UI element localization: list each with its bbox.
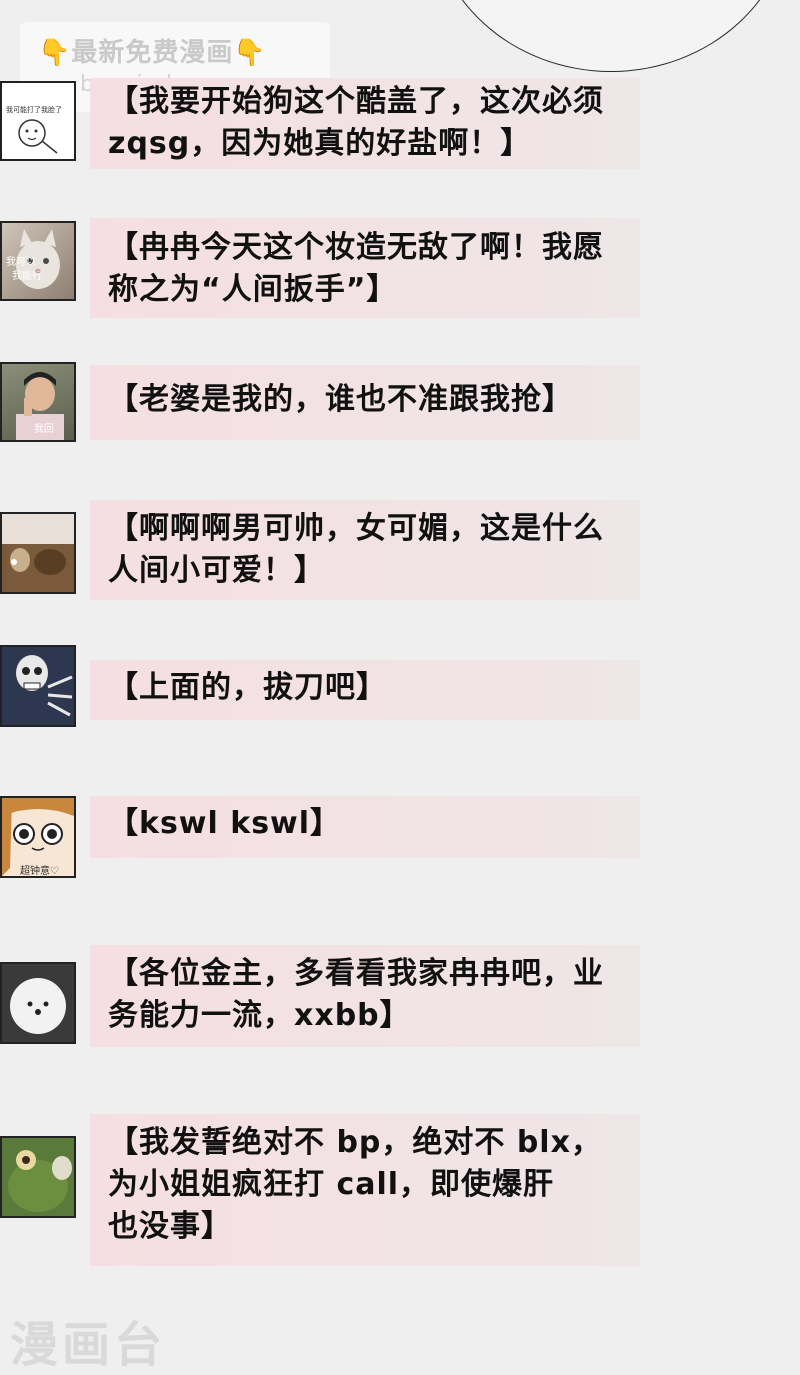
comment-text: 【老婆是我的，谁也不准跟我抢】: [108, 382, 573, 417]
comment-text: 【冉冉今天这个妆造无敌了啊！我愿 称之为“人间扳手”】: [108, 230, 604, 307]
dog-icon: [2, 544, 74, 592]
comment-bubble: 【各位金主，多看看我家冉冉吧，业 务能力一流，xxbb】: [90, 945, 640, 1047]
comment-text: 【各位金主，多看看我家冉冉吧，业 务能力一流，xxbb】: [108, 956, 604, 1033]
comment-text: 【啊啊啊男可帅，女可媚，这是什么 人间小可爱！】: [108, 511, 604, 588]
footer-logo: 漫画台: [10, 1317, 167, 1373]
avatar: 超钟意♡: [0, 796, 76, 878]
avatar-caption: 超钟意♡: [20, 866, 59, 877]
avatar: [0, 645, 76, 727]
skeleton-icon: [16, 655, 73, 717]
avatar: 我可能打了我脸了: [0, 81, 76, 161]
comment-text: 【我要开始狗这个酷盖了，这次必须 zqsg，因为她真的好盐啊！】: [108, 84, 604, 161]
comment-bubble: 【啊啊啊男可帅，女可媚，这是什么 人间小可爱！】: [90, 500, 640, 600]
avatar: [0, 1136, 76, 1218]
avatar-caption: 我能行: [12, 271, 42, 282]
pointing-down-icon: 👇: [233, 38, 267, 68]
avatar: [0, 962, 76, 1044]
comment-bubble: 【上面的，拔刀吧】: [90, 660, 640, 720]
watermark-title: 👇最新免费漫画👇: [38, 38, 267, 68]
avatar-caption: 我可以: [6, 257, 36, 268]
avatar: 我回: [0, 362, 76, 442]
comment-bubble: 【冉冉今天这个妆造无敌了啊！我愿 称之为“人间扳手”】: [90, 218, 640, 318]
comment-text: 【kswl kswl】: [108, 806, 342, 841]
cartoon-face-icon: [18, 119, 58, 154]
frog-icon: [8, 1150, 72, 1212]
comment-bubble: 【老婆是我的，谁也不准跟我抢】: [90, 365, 640, 440]
comment-bubble: 【我要开始狗这个酷盖了，这次必须 zqsg，因为她真的好盐啊！】: [90, 78, 640, 169]
comment-text: 【上面的，拔刀吧】: [108, 670, 387, 705]
comment-text: 【我发誓绝对不 bp，绝对不 blx， 为小姐姐疯狂打 call，即使爆肝 也没…: [108, 1125, 602, 1244]
speech-balloon-outline: [430, 0, 792, 72]
comment-bubble: 【kswl kswl】: [90, 796, 640, 858]
comment-bubble: 【我发誓绝对不 bp，绝对不 blx， 为小姐姐疯狂打 call，即使爆肝 也没…: [90, 1114, 640, 1266]
avatar-caption: 我回: [34, 424, 54, 435]
avatar: [0, 512, 76, 594]
fluffy-dog-icon: [10, 978, 66, 1034]
pointing-down-icon: 👇: [38, 38, 72, 68]
avatar: 我可以 我能行: [0, 221, 76, 301]
